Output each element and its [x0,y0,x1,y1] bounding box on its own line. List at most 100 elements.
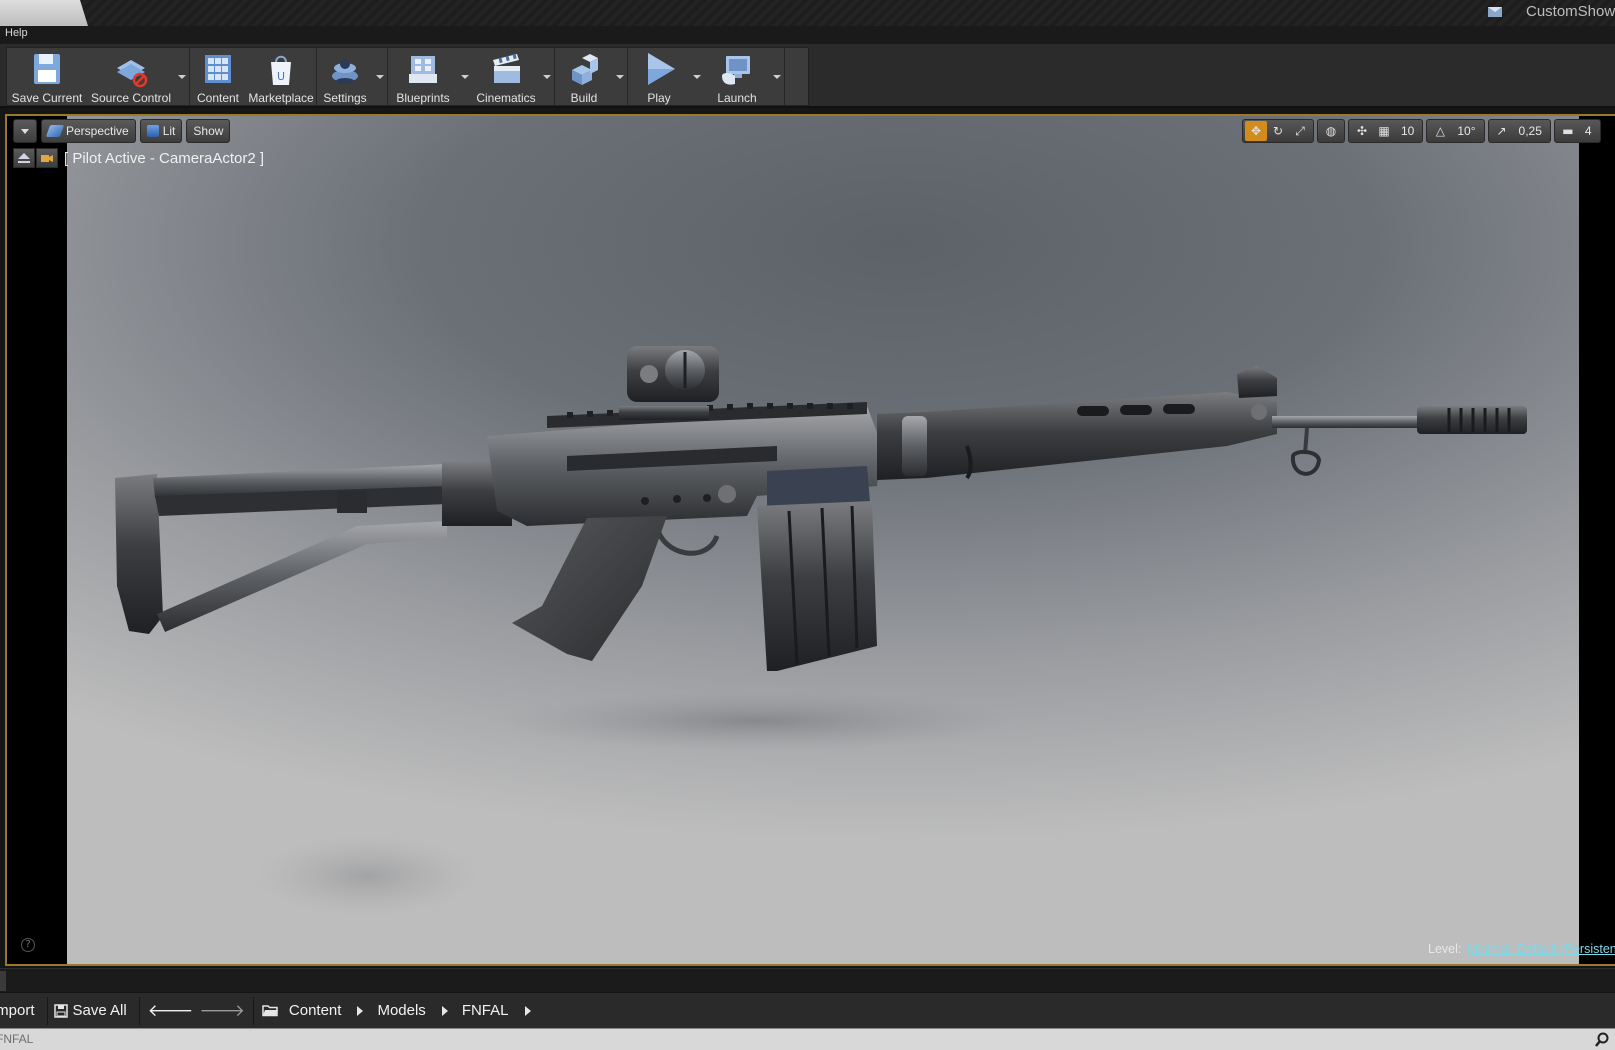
launch-icon [722,56,750,85]
breadcrumb-content[interactable]: Content [289,1002,342,1019]
viewport-right-edge [1579,116,1615,964]
source-control-button[interactable]: Source Control [87,48,175,105]
play-icon [648,53,675,85]
lit-label: Lit [162,124,176,138]
settings-label: Settings [323,91,367,105]
settings-button[interactable]: Settings [317,48,373,105]
import-label: Import [0,1002,35,1019]
folder-icon-button[interactable] [262,1004,279,1017]
import-button[interactable]: Import [0,1002,35,1019]
surface-snap-icon[interactable]: ✣ [1351,121,1373,141]
pilot-active-label: [ Pilot Active - CameraActor2 ] [64,149,265,167]
title-bar: CustomShow [0,0,1615,26]
build-dropdown[interactable] [613,48,627,105]
grid-snap-value[interactable]: 10 [1395,124,1420,138]
rotate-tool-icon[interactable]: ↻ [1267,121,1289,141]
toolbar-group-file: Save Current Source Control [7,48,190,105]
cinematics-dropdown[interactable] [540,48,554,105]
blueprints-dropdown[interactable] [458,48,472,105]
content-browser-tabstrip [0,968,1615,992]
chevron-down-icon [21,128,29,134]
save-all-icon [53,1003,68,1018]
camera-actor-icon [41,155,53,162]
marketplace-button[interactable]: U Marketplace [246,48,316,105]
save-icon [34,54,60,84]
level-viewport[interactable]: Perspective Lit Show ✥ ↻ ⤢ ◍ ✣ ▦ 10 △ 10… [5,114,1615,966]
rotation-snap-value[interactable]: 10° [1451,124,1481,138]
scale-snap-value[interactable]: 0,25 [1513,124,1548,138]
save-all-label: Save All [72,1002,127,1019]
viewport-options-button[interactable] [13,119,37,143]
source-control-dropdown[interactable] [175,48,189,105]
play-button[interactable]: Play [628,48,690,105]
blueprints-icon [409,56,437,83]
save-current-button[interactable]: Save Current [7,48,87,105]
build-label: Build [570,91,598,105]
breadcrumb-models[interactable]: Models [377,1002,425,1019]
blueprints-label: Blueprints [396,91,450,105]
play-label: Play [647,91,671,105]
chevron-down-icon [461,74,469,79]
toolbar-group-settings: Settings [317,48,388,105]
level-label: Level: [1428,942,1462,956]
breadcrumb-separator-icon[interactable] [441,1005,448,1016]
show-label: Show [193,124,224,138]
save-all-button[interactable]: Save All [53,1002,127,1019]
perspective-button[interactable]: Perspective [41,119,136,143]
build-button[interactable]: Build [555,48,613,105]
launch-button[interactable]: Launch [704,48,770,105]
menu-help[interactable]: Help [5,27,28,39]
breadcrumb-separator-icon[interactable] [524,1005,531,1016]
eject-icon [18,153,30,163]
search-icon[interactable] [1594,1032,1610,1048]
perspective-icon [45,125,65,137]
settings-icon [332,59,358,84]
camera-speed-value[interactable]: 4 [1579,124,1598,138]
arrow-left-icon: 🡐 [147,1000,194,1020]
document-tab[interactable] [0,0,88,26]
launch-dropdown[interactable] [770,48,784,105]
chevron-down-icon [543,74,551,79]
content-browser-tab[interactable] [0,971,6,991]
camera-speed-icon[interactable]: ▬ [1557,121,1579,141]
chevron-down-icon [616,74,624,79]
show-button[interactable]: Show [186,119,231,143]
scale-tool-icon[interactable]: ⤢ [1289,121,1311,141]
scale-snap-icon[interactable]: ↗ [1491,121,1513,141]
help-icon[interactable]: ? [21,938,35,952]
coordinate-system-group: ◍ [1317,119,1345,143]
translate-tool-icon[interactable]: ✥ [1245,121,1267,141]
toolbar-group-build: Build [555,48,628,105]
cinematics-button[interactable]: Cinematics [472,48,540,105]
blueprints-button[interactable]: Blueprints [388,48,458,105]
cinematics-label: Cinematics [476,91,536,105]
play-dropdown[interactable] [690,48,704,105]
open-folder-icon [262,1005,278,1017]
content-filter-bar[interactable]: FNFAL [0,1028,1615,1050]
content-label: Content [196,91,240,105]
settings-dropdown[interactable] [373,48,387,105]
pilot-indicator: [ Pilot Active - CameraActor2 ] [13,148,264,168]
arrow-right-icon: 🡒 [199,1000,245,1020]
level-name-link[interactable]: Minimal_Default (Persistent) [1467,942,1615,956]
source-control-icon [117,60,148,88]
grid-snap-icon[interactable]: ▦ [1373,121,1395,141]
chevron-down-icon [693,74,701,79]
build-icon [572,54,598,85]
history-back-button[interactable]: 🡐 [148,1001,194,1021]
breadcrumb-fnfal[interactable]: FNFAL [462,1002,509,1019]
rotation-snap-icon[interactable]: △ [1429,121,1451,141]
breadcrumb-separator-icon[interactable] [357,1005,364,1016]
world-space-icon[interactable]: ◍ [1320,121,1342,141]
content-button[interactable]: Content [190,48,246,105]
filter-path-text: FNFAL [0,1032,34,1046]
history-forward-button[interactable]: 🡒 [199,1001,245,1021]
content-icon [205,55,231,83]
main-toolbar-area: Save Current Source Control Content U Ma… [0,44,1615,108]
eject-pilot-button[interactable] [13,148,35,168]
viewport-scene[interactable] [67,116,1579,964]
grid-snap-group: ✣ ▦ 10 [1348,119,1424,143]
lit-button[interactable]: Lit [139,119,183,143]
menu-bar: Help [0,26,1615,44]
pilot-camera-button[interactable] [36,148,58,168]
